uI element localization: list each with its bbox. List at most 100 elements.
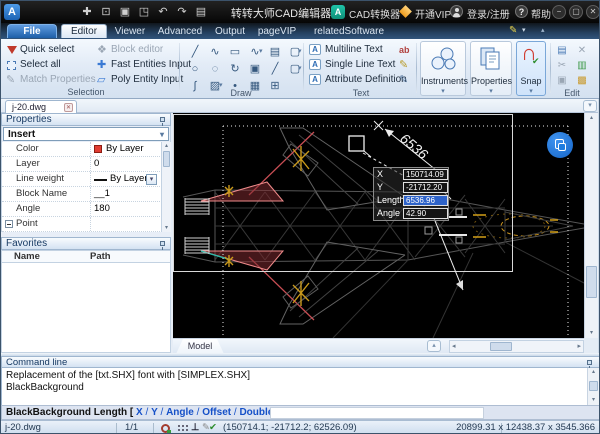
drawing-canvas[interactable]: 6536 X 150714.09 Y -21712.20 Length 6536… bbox=[173, 113, 584, 338]
pen-style-icon[interactable]: ✎ bbox=[509, 25, 517, 36]
paste-block-icon[interactable]: ▩ bbox=[575, 74, 589, 87]
screenshot-tool-button[interactable] bbox=[547, 132, 573, 158]
prompt-option-angle[interactable]: Angle bbox=[166, 407, 194, 418]
paste-special-icon[interactable]: ▥ bbox=[575, 59, 589, 72]
tab-editor[interactable]: Editor bbox=[61, 24, 107, 38]
scroll-down-icon[interactable]: ▾ bbox=[162, 224, 171, 232]
favorites-col-path[interactable]: Path bbox=[90, 251, 111, 263]
help-link[interactable]: 帮助 bbox=[531, 6, 551, 21]
new-file-icon[interactable]: ✚ bbox=[79, 5, 95, 19]
properties-panel-header[interactable]: Properties bbox=[1, 113, 171, 126]
command-prompt[interactable]: BlackBackground Length [ X / Y / Angle /… bbox=[1, 405, 599, 420]
snap-button[interactable]: ∩ ✔ Snap ▾ bbox=[516, 40, 546, 96]
instruments-button[interactable]: Instruments ▾ bbox=[420, 41, 468, 96]
document-tab[interactable]: j-20.dwg ✕ bbox=[5, 100, 77, 113]
vscroll-thumb[interactable] bbox=[586, 266, 597, 298]
redo-icon[interactable]: ↷ bbox=[174, 5, 190, 19]
poly-entity-input-button[interactable]: Poly Entity Input bbox=[111, 73, 183, 87]
prompt-option-offset[interactable]: Offset bbox=[202, 407, 231, 418]
favorites-list[interactable] bbox=[1, 263, 171, 353]
instruments-dropdown-icon[interactable]: ▾ bbox=[421, 87, 465, 95]
tab-viewer[interactable]: Viewer bbox=[109, 25, 151, 39]
tab-output[interactable]: Output bbox=[209, 25, 251, 39]
scroll-down-icon[interactable]: ▾ bbox=[588, 396, 599, 404]
cut-icon[interactable]: ✂ bbox=[555, 59, 569, 72]
draw-rectangle-icon[interactable]: ▭ bbox=[227, 45, 243, 59]
ortho-mode-icon[interactable] bbox=[161, 424, 171, 433]
command-history[interactable]: Replacement of the [txt.SHX] font with [… bbox=[1, 368, 599, 405]
delete-icon[interactable]: ✕ bbox=[575, 44, 589, 57]
draw-line-icon[interactable]: ╱ bbox=[187, 45, 203, 59]
entity-type-select[interactable]: Insert ▾ bbox=[3, 127, 169, 141]
tab-pagevip[interactable]: pageVIP bbox=[253, 25, 301, 39]
command-scrollbar[interactable]: ▴ ▾ bbox=[587, 368, 599, 405]
cad-converter-link[interactable]: CAD转换器 bbox=[349, 6, 400, 21]
scroll-up-icon[interactable]: ▴ bbox=[162, 142, 171, 150]
draw-region-dropdown-icon[interactable]: ▾ bbox=[298, 45, 302, 59]
close-button[interactable]: ✕ bbox=[586, 5, 599, 19]
tab-file[interactable]: File bbox=[7, 24, 57, 38]
property-row-point-group[interactable]: Point bbox=[2, 217, 160, 232]
draw-ray-icon[interactable]: ╱ bbox=[267, 62, 283, 76]
collapse-icon[interactable] bbox=[5, 220, 13, 228]
user-avatar-icon[interactable] bbox=[450, 5, 463, 18]
tooltip-x-input[interactable]: 150714.09 bbox=[403, 169, 448, 180]
properties-scrollbar[interactable]: ▴ ▾ bbox=[161, 142, 171, 232]
scroll-down-icon[interactable]: ▾ bbox=[585, 328, 598, 338]
undo-icon[interactable]: ↶ bbox=[155, 5, 171, 19]
select-all-button[interactable]: Select all bbox=[20, 58, 61, 72]
draw-group-dropdown-icon[interactable]: ▾ bbox=[298, 62, 302, 76]
paste-icon[interactable]: ▤ bbox=[555, 44, 569, 57]
open-file-icon[interactable]: ⊡ bbox=[98, 5, 114, 19]
command-line-header[interactable]: Command line bbox=[1, 356, 599, 369]
edit-text-icon[interactable]: ✎ bbox=[399, 59, 408, 71]
vip-link[interactable]: 开通VIP bbox=[415, 6, 451, 21]
draw-polyline-icon[interactable]: ∿ bbox=[207, 45, 223, 59]
block-editor-button[interactable]: Block editor bbox=[111, 43, 163, 57]
prompt-option-y[interactable]: Y bbox=[151, 407, 158, 418]
properties-dropdown-icon[interactable]: ▾ bbox=[471, 87, 511, 95]
property-row-blockname[interactable]: Block Name __1 bbox=[2, 187, 160, 202]
grid-snap-icon[interactable] bbox=[178, 425, 180, 427]
prompt-option-x[interactable]: X bbox=[136, 407, 143, 418]
scroll-up-icon[interactable]: ▴ bbox=[588, 368, 599, 376]
property-row-layer[interactable]: Layer 0 bbox=[2, 157, 160, 172]
hscroll-thumb[interactable] bbox=[490, 342, 512, 351]
vip-diamond-icon[interactable] bbox=[399, 5, 412, 18]
entity-type-dropdown-icon[interactable]: ▾ bbox=[160, 128, 164, 141]
scroll-thumb[interactable] bbox=[163, 151, 170, 167]
maximize-button[interactable]: ▢ bbox=[569, 5, 583, 19]
save-as-icon[interactable]: ◳ bbox=[136, 5, 152, 19]
scroll-up-icon[interactable]: ▴ bbox=[585, 113, 598, 123]
tab-advanced[interactable]: Advanced bbox=[153, 25, 207, 39]
properties-button[interactable]: Properties ▾ bbox=[470, 41, 512, 96]
tooltip-length-input[interactable]: 6536.96 bbox=[403, 195, 448, 206]
help-icon[interactable]: ? bbox=[515, 5, 528, 18]
pin-icon[interactable] bbox=[587, 360, 592, 369]
tab-relatedsoftware[interactable]: relatedSoftware bbox=[303, 25, 395, 39]
copy-icon[interactable]: ▣ bbox=[555, 74, 569, 87]
draw-ellipse-icon[interactable]: ◌ bbox=[207, 62, 223, 76]
cad-converter-icon[interactable]: A bbox=[331, 5, 345, 19]
single-line-text-button[interactable]: Single Line Text bbox=[325, 58, 395, 72]
ribbon-collapse-icon[interactable]: ▴ bbox=[541, 26, 545, 34]
snap-dropdown-icon[interactable]: ▾ bbox=[517, 87, 545, 95]
minimize-button[interactable]: − bbox=[552, 5, 566, 19]
pin-icon[interactable] bbox=[160, 117, 165, 126]
login-link[interactable]: 登录/注册 bbox=[467, 6, 510, 21]
property-row-lineweight[interactable]: Line weight By Layer ▾ bbox=[2, 172, 160, 187]
text-style-icon[interactable]: ab bbox=[399, 44, 410, 56]
draw-insert-icon[interactable]: ▣ bbox=[247, 62, 263, 76]
property-row-angle[interactable]: Angle 180 bbox=[2, 202, 160, 217]
scroll-left-icon[interactable]: ◂ bbox=[452, 341, 456, 353]
model-tab[interactable]: Model bbox=[176, 339, 224, 354]
perpendicular-icon[interactable]: ⊥ bbox=[191, 421, 199, 433]
osnap-check-icon[interactable]: ✔ bbox=[209, 421, 217, 433]
edit-attribute-icon[interactable]: ✎ bbox=[399, 74, 408, 86]
draw-circle-icon[interactable]: ○ bbox=[187, 62, 203, 76]
command-input[interactable] bbox=[270, 407, 484, 419]
quick-select-button[interactable]: Quick select bbox=[20, 43, 74, 57]
favorites-panel-header[interactable]: Favorites bbox=[1, 237, 171, 250]
multiline-text-button[interactable]: Multiline Text bbox=[325, 43, 383, 57]
attribute-definition-button[interactable]: Attribute Definition bbox=[325, 73, 407, 87]
